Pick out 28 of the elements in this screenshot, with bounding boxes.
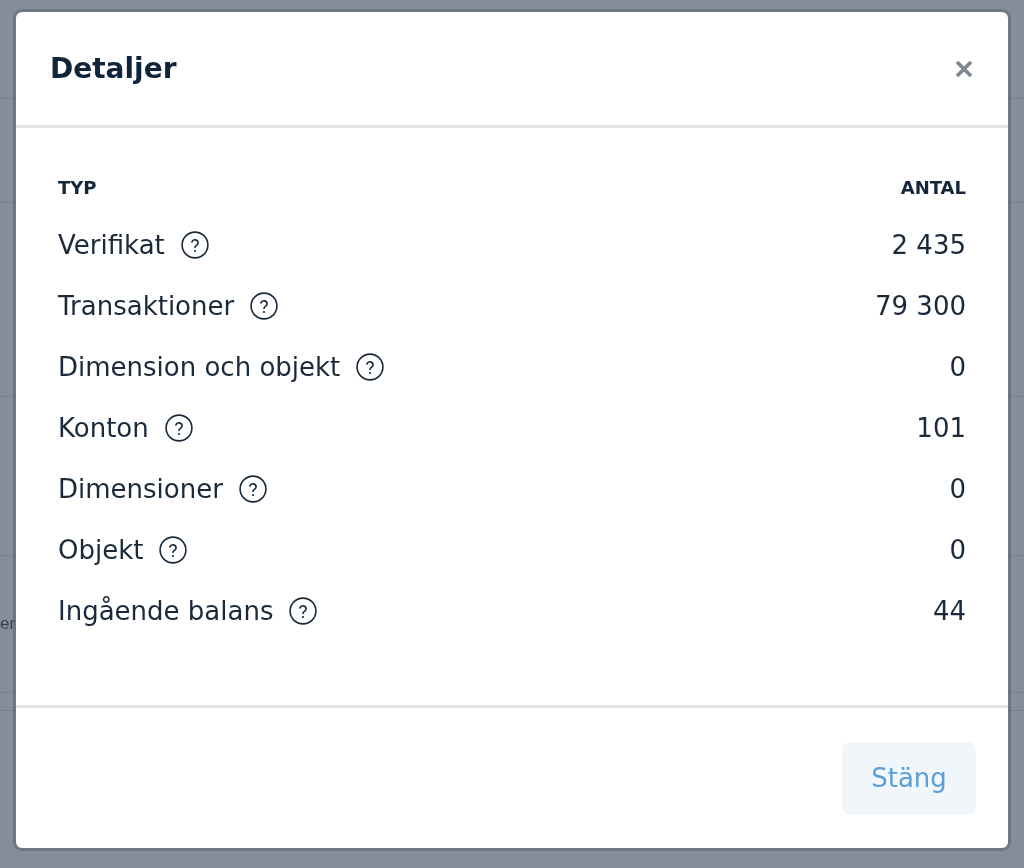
help-icon[interactable]	[289, 596, 318, 625]
count-value: 0	[949, 473, 966, 504]
type-label: Verifikat	[58, 229, 165, 260]
count-value: 0	[949, 534, 966, 565]
type-label: Objekt	[58, 534, 144, 565]
type-label: Transaktioner	[58, 290, 235, 321]
dialog-title: Detaljer	[50, 52, 177, 85]
count-value: 79 300	[875, 290, 966, 321]
count-value: 0	[949, 351, 966, 382]
help-icon[interactable]	[164, 413, 193, 442]
background-text: er	[0, 614, 16, 634]
help-icon[interactable]	[250, 291, 279, 320]
help-icon[interactable]	[238, 474, 267, 503]
help-icon[interactable]	[356, 352, 385, 381]
close-icon	[955, 59, 973, 78]
type-label: Konton	[58, 412, 149, 443]
help-icon[interactable]	[180, 230, 209, 259]
type-label: Ingående balans	[58, 595, 274, 626]
help-icon[interactable]	[159, 535, 188, 564]
type-label: Dimensioner	[58, 473, 223, 504]
count-value: 44	[932, 595, 966, 626]
column-header: TYP	[58, 176, 97, 198]
type-label: Dimension och objekt	[58, 351, 341, 382]
column-header: ANTAL	[900, 176, 966, 198]
count-value: 2 435	[891, 229, 966, 260]
count-value: 101	[916, 412, 966, 443]
dismiss-button[interactable]	[954, 58, 974, 79]
close-button[interactable]: Stäng	[842, 741, 976, 815]
